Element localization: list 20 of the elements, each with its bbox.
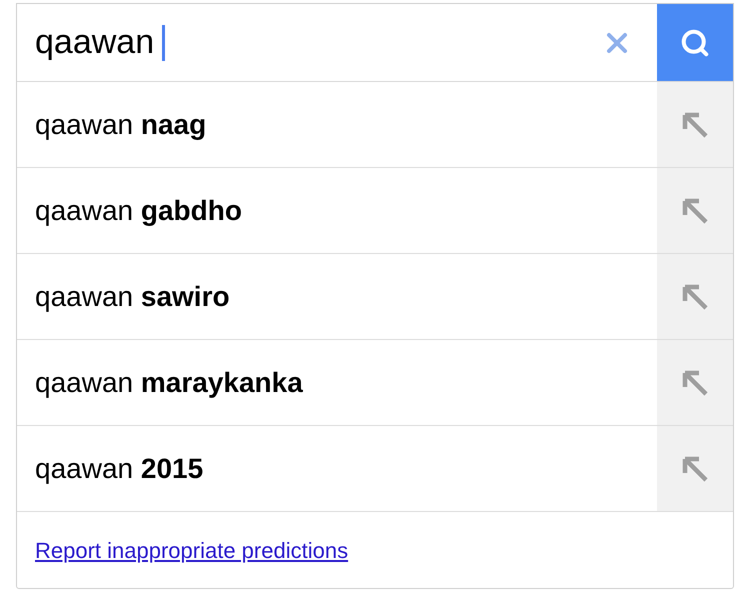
suggestion-item[interactable]: qaawan naag — [17, 82, 657, 167]
arrow-icon — [681, 196, 709, 224]
arrow-icon — [681, 368, 709, 396]
fill-in-button[interactable] — [657, 168, 733, 253]
suggestion-item[interactable]: qaawan 2015 — [17, 426, 657, 511]
fill-in-button[interactable] — [657, 340, 733, 425]
suggestion-item[interactable]: qaawan gabdho — [17, 168, 657, 253]
arrow-icon — [681, 110, 709, 138]
fill-in-button[interactable] — [657, 426, 733, 511]
suggestion-item[interactable]: qaawan sawiro — [17, 254, 657, 339]
report-link[interactable]: Report inappropriate predictions — [35, 534, 348, 566]
arrow-icon — [681, 282, 709, 310]
arrow-icon — [681, 454, 709, 482]
fill-in-button[interactable] — [657, 82, 733, 167]
search-field[interactable]: qaawan — [17, 4, 657, 81]
search-icon — [680, 28, 710, 58]
search-button[interactable] — [657, 4, 733, 81]
search-text: qaawan — [35, 22, 154, 63]
fill-in-button[interactable] — [657, 254, 733, 339]
suggestion-item[interactable]: qaawan maraykanka — [17, 340, 657, 425]
